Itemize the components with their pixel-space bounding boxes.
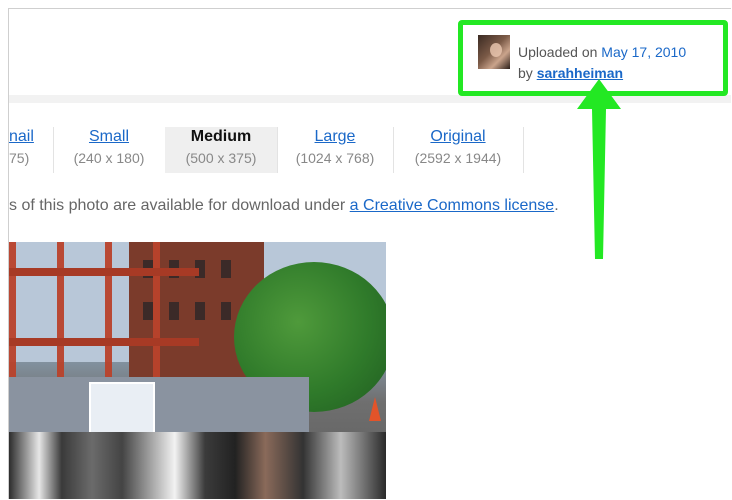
- size-tab-small[interactable]: Small (240 x 180): [53, 127, 166, 173]
- notice-suffix: .: [554, 197, 559, 214]
- photo-beam: [9, 268, 199, 276]
- size-label[interactable]: Original: [393, 127, 523, 147]
- photo-crowd: [9, 432, 386, 499]
- notice-text: s of this photo are available for downlo…: [9, 197, 350, 214]
- size-dims: (2592 x 1944): [414, 150, 502, 166]
- size-label: Medium: [190, 128, 252, 145]
- size-tab-large[interactable]: Large (1024 x 768): [277, 127, 394, 173]
- photo-window: [221, 302, 231, 320]
- size-tab-medium[interactable]: Medium (500 x 375): [165, 127, 278, 173]
- highlight-box: [458, 20, 728, 96]
- size-label[interactable]: Large: [277, 127, 393, 147]
- size-dims: (500 x 375): [185, 150, 257, 166]
- size-label[interactable]: Small: [53, 127, 165, 147]
- photo-preview[interactable]: [9, 242, 386, 499]
- photo-sign: [89, 382, 155, 436]
- photo-traffic-cone: [369, 397, 381, 421]
- license-notice: s of this photo are available for downlo…: [9, 197, 559, 215]
- size-dims: (1024 x 768): [295, 150, 375, 166]
- photo-window: [221, 260, 231, 278]
- creative-commons-link[interactable]: a Creative Commons license: [350, 197, 555, 214]
- size-tab-thumbnail[interactable]: nail 75): [9, 127, 54, 173]
- annotation-arrow: [577, 79, 621, 259]
- size-tab-original[interactable]: Original (2592 x 1944): [393, 127, 524, 173]
- photo-beam: [9, 338, 199, 346]
- size-dims: (240 x 180): [73, 150, 145, 166]
- size-dims: 75): [9, 150, 30, 166]
- size-label[interactable]: nail: [9, 127, 53, 147]
